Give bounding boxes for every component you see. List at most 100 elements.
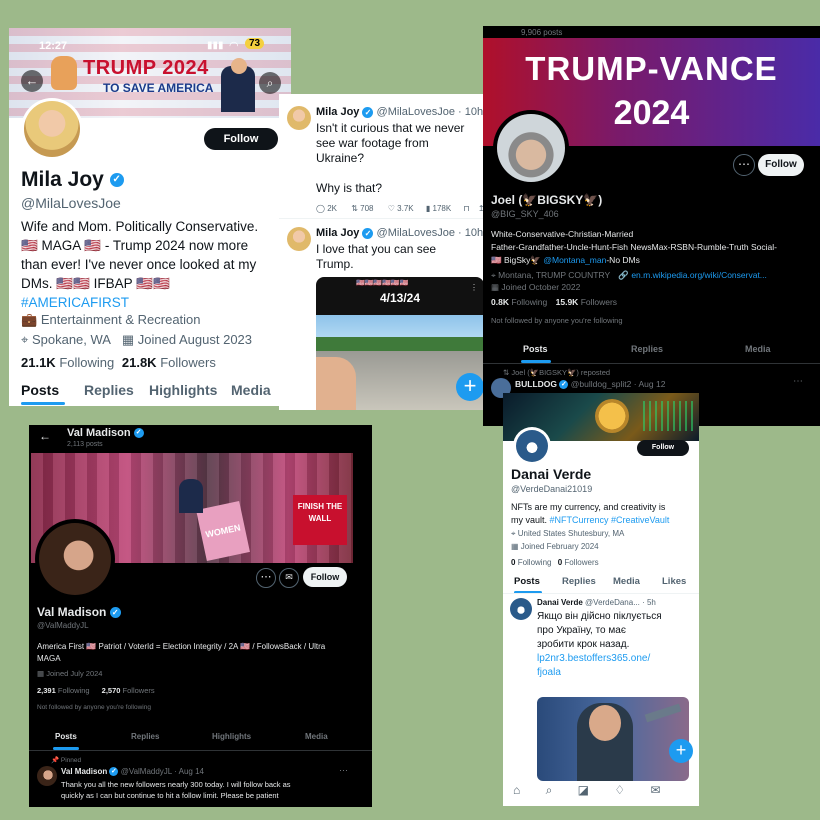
avatar[interactable] bbox=[39, 523, 111, 595]
search-icon[interactable]: ⌕ bbox=[259, 72, 281, 94]
followers-link[interactable]: 0 Followers bbox=[558, 558, 599, 567]
location-text: Montana, TRUMP COUNTRY bbox=[498, 270, 610, 280]
verified-badge-icon: ✓ bbox=[559, 380, 569, 390]
tab-highlights[interactable]: Highlights bbox=[149, 382, 217, 398]
avatar[interactable] bbox=[24, 101, 80, 157]
followers-link[interactable]: 21.8K Followers bbox=[122, 355, 216, 370]
tab-posts[interactable]: Posts bbox=[523, 344, 548, 354]
more-options-icon[interactable]: ⋯ bbox=[733, 154, 755, 176]
bitcoin-coin-image bbox=[595, 399, 629, 433]
compose-plus-icon[interactable]: + bbox=[456, 373, 484, 401]
follow-button[interactable]: Follow bbox=[303, 567, 347, 587]
tweet-author-name: Val Madison bbox=[61, 767, 108, 776]
tweet-line: Ukraine? bbox=[316, 151, 365, 165]
profile-card-val-madison: ← Val Madison ✓ 2,113 posts WOMEN FINISH… bbox=[29, 425, 372, 807]
tab-highlights[interactable]: Highlights bbox=[212, 732, 251, 741]
reply-count: 2K bbox=[327, 204, 337, 213]
avatar[interactable] bbox=[510, 598, 532, 620]
follow-button[interactable]: Follow bbox=[204, 128, 278, 150]
notifications-icon[interactable]: ♢ bbox=[614, 783, 625, 797]
more-options-icon[interactable]: ⋯ bbox=[256, 568, 276, 588]
pinned-indicator: 📌 Pinned bbox=[51, 756, 81, 764]
more-icon[interactable]: ⋯ bbox=[339, 765, 348, 776]
avatar[interactable] bbox=[37, 766, 57, 786]
tab-posts[interactable]: Posts bbox=[55, 732, 77, 741]
back-arrow-icon[interactable]: ← bbox=[21, 70, 43, 92]
handle: @VerdeDanai21019 bbox=[511, 484, 593, 494]
joined-text: Joined July 2024 bbox=[46, 669, 103, 678]
tab-replies[interactable]: Replies bbox=[84, 382, 134, 398]
following-count: 0.8K bbox=[491, 297, 509, 307]
spam-link[interactable]: lp2nr3.bestoffers365.one/ bbox=[537, 652, 697, 666]
follow-button[interactable]: Follow bbox=[758, 154, 804, 176]
mention-link[interactable]: @Montana_man bbox=[543, 255, 606, 265]
followers-count: 0 bbox=[557, 558, 563, 567]
spam-link[interactable]: fjoala bbox=[537, 666, 697, 680]
followers-link[interactable]: 2,570 Followers bbox=[102, 686, 155, 695]
tweet-author-handle: @bulldog_split2 · Aug 12 bbox=[570, 379, 666, 389]
video-player[interactable]: 🇺🇸🇺🇸🇺🇸🇺🇸🇺🇸🇺🇸 4/13/24 ⋮ + bbox=[316, 277, 484, 410]
tab-posts[interactable]: Posts bbox=[21, 382, 59, 398]
search-icon[interactable]: ⌕ bbox=[546, 783, 553, 797]
avatar[interactable] bbox=[497, 114, 565, 182]
tweet-author-name: Danai Verde bbox=[537, 598, 583, 607]
avatar[interactable] bbox=[287, 106, 311, 130]
calendar-icon: ▦ bbox=[37, 669, 45, 678]
tweet-line: Trump. bbox=[316, 257, 354, 271]
tab-replies[interactable]: Replies bbox=[131, 732, 159, 741]
views-icon[interactable]: ▮ bbox=[426, 204, 430, 213]
display-name-text: Mila Joy bbox=[21, 168, 104, 191]
bio: White-Conservative-Christian-Married Fat… bbox=[491, 228, 816, 267]
following-count: 21.1K bbox=[21, 355, 56, 370]
website-link[interactable]: en.m.wikipedia.org/wiki/Conservat... bbox=[631, 270, 767, 280]
following-link[interactable]: 21.1K Following bbox=[21, 355, 114, 370]
following-link[interactable]: 0.8K Following bbox=[491, 297, 547, 307]
reply-icon[interactable]: ◯ bbox=[316, 204, 325, 213]
message-icon[interactable]: ✉ bbox=[279, 568, 299, 588]
hashtag-link[interactable]: #AMERICAFIRST bbox=[21, 293, 291, 312]
tab-media[interactable]: Media bbox=[231, 382, 271, 398]
tweet-image[interactable] bbox=[537, 697, 689, 781]
tweet-author-name: Mila Joy bbox=[316, 227, 360, 239]
follow-button[interactable]: Follow bbox=[637, 440, 689, 456]
followers-link[interactable]: 15.9K Followers bbox=[556, 297, 617, 307]
tab-posts[interactable]: Posts bbox=[514, 576, 540, 587]
tweet-line: I love that you can see bbox=[316, 242, 437, 256]
grok-icon[interactable]: ◪ bbox=[578, 783, 589, 797]
banner-headline: TRUMP 2024 bbox=[83, 57, 209, 79]
tab-media[interactable]: Media bbox=[745, 344, 771, 354]
home-icon[interactable]: ⌂ bbox=[513, 783, 520, 797]
tab-replies[interactable]: Replies bbox=[631, 344, 663, 354]
tweet-text: I love that you can see Trump. bbox=[316, 242, 436, 272]
not-followed-note: Not followed by anyone you're following bbox=[37, 704, 151, 711]
tab-media[interactable]: Media bbox=[613, 576, 640, 587]
posts-count: 2,113 posts bbox=[67, 441, 103, 448]
tab-replies[interactable]: Replies bbox=[562, 576, 596, 587]
bio-line: 🇺🇸 BigSky🦅 @Montana_man-No DMs bbox=[491, 254, 816, 267]
following-link[interactable]: 2,391 Following bbox=[37, 686, 90, 695]
compose-plus-icon[interactable]: + bbox=[669, 739, 693, 763]
hashtag-links[interactable]: #NFTCurrency #CreativeVault bbox=[550, 515, 670, 525]
bio-line: 🇺🇸 MAGA 🇺🇸 - Trump 2024 now more bbox=[21, 238, 249, 253]
bio-line: my vault. #NFTCurrency #CreativeVault bbox=[511, 514, 697, 527]
bio: America First 🇺🇸 Patriot / VoterId = Ele… bbox=[37, 641, 367, 665]
messages-icon[interactable]: ✉ bbox=[650, 783, 660, 797]
tab-likes[interactable]: Likes bbox=[662, 576, 686, 587]
display-name-text: Joel (🦅BIGSKY🦅) bbox=[491, 193, 603, 207]
more-icon[interactable]: ⋮ bbox=[470, 283, 478, 292]
tab-media[interactable]: Media bbox=[305, 732, 328, 741]
bio: NFTs are my currency, and creativity is … bbox=[511, 501, 697, 527]
back-arrow-icon[interactable]: ← bbox=[39, 429, 51, 443]
pin-icon: 📌 bbox=[51, 757, 60, 764]
verified-badge-icon: ✓ bbox=[362, 227, 374, 239]
avatar[interactable] bbox=[516, 430, 548, 462]
bio-text: my vault. bbox=[511, 515, 548, 525]
tweet-line: про Україну, то має bbox=[537, 625, 626, 636]
following-link[interactable]: 0 Following bbox=[511, 558, 551, 567]
bookmark-icon[interactable]: ⊓ bbox=[463, 204, 469, 213]
more-icon[interactable]: ⋯ bbox=[793, 376, 803, 387]
avatar[interactable] bbox=[287, 227, 311, 251]
repost-icon[interactable]: ⇅ bbox=[351, 204, 358, 213]
battery-indicator: 73 bbox=[245, 38, 265, 49]
like-icon[interactable]: ♡ bbox=[388, 204, 395, 213]
